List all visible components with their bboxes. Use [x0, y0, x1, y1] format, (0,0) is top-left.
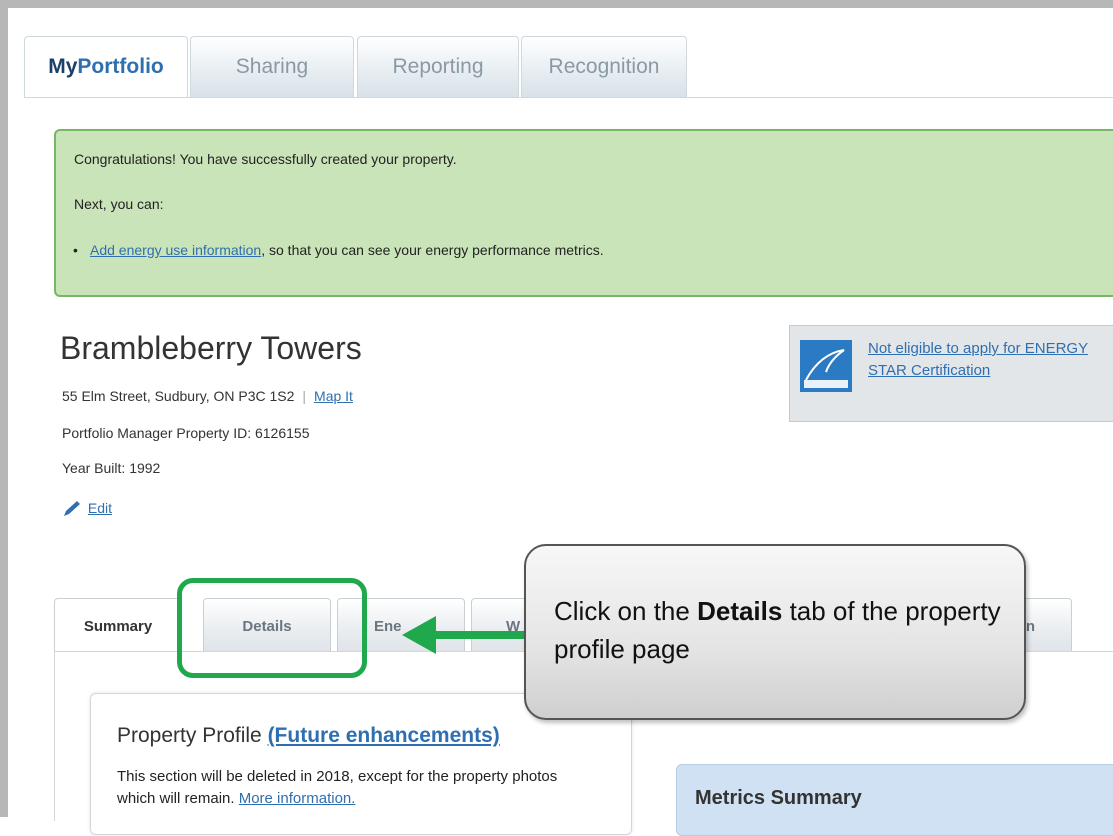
property-profile-heading: Property Profile — [117, 724, 268, 747]
tab-recognition[interactable]: Recognition — [521, 36, 687, 97]
pencil-icon — [64, 501, 80, 517]
tab-design-label: n — [1025, 618, 1035, 635]
arrow-left-icon — [402, 616, 526, 654]
callout-text-pre: Click on the — [554, 596, 698, 626]
metrics-summary-panel: Metrics Summary — [676, 764, 1113, 836]
edit-property[interactable]: Edit — [62, 500, 112, 518]
energy-star-eligibility-link[interactable]: Not eligible to apply for ENERGY STAR Ce… — [868, 338, 1098, 382]
tab-reporting-label: Reporting — [392, 55, 484, 78]
callout-text: Click on the Details tab of the property… — [554, 592, 1004, 668]
property-profile-title: Property Profile (Future enhancements) — [117, 724, 500, 748]
bullet-dot: • — [73, 242, 78, 258]
tab-myportfolio-prefix: My — [48, 55, 78, 78]
more-information-link[interactable]: More information. — [239, 790, 356, 807]
energy-star-logo-icon — [800, 340, 852, 392]
property-profile-text: This section will be deleted in 2018, ex… — [117, 766, 597, 810]
details-tab-highlight — [177, 578, 367, 678]
window-frame-top — [0, 0, 1113, 8]
year-built: Year Built: 1992 — [62, 460, 161, 476]
alert-message: Congratulations! You have successfully c… — [74, 151, 457, 167]
energy-star-status-box: Not eligible to apply for ENERGY STAR Ce… — [789, 325, 1113, 422]
tab-summary[interactable]: Summary — [54, 598, 182, 652]
alert-bullet-text: , so that you can see your energy perfor… — [261, 242, 604, 258]
metrics-summary-title: Metrics Summary — [695, 787, 862, 809]
alert-bullet-item: • Add energy use information, so that yo… — [73, 242, 604, 258]
alert-next-label: Next, you can: — [74, 196, 164, 212]
address-separator: | — [302, 388, 307, 404]
callout-text-bold: Details — [697, 596, 783, 626]
success-alert: Congratulations! You have successfully c… — [54, 129, 1113, 297]
map-it-link[interactable]: Map It — [314, 388, 353, 404]
add-energy-use-link[interactable]: Add energy use information — [90, 242, 261, 258]
property-address: 55 Elm Street, Sudbury, ON P3C 1S2 — [62, 388, 295, 404]
property-id: Portfolio Manager Property ID: 6126155 — [62, 425, 310, 441]
tab-myportfolio-label: Portfolio — [77, 55, 164, 78]
tab-sharing[interactable]: Sharing — [190, 36, 354, 97]
edit-link[interactable]: Edit — [88, 500, 112, 516]
window-frame-left — [0, 0, 8, 817]
tab-myportfolio[interactable]: MyPortfolio — [24, 36, 188, 97]
tab-reporting[interactable]: Reporting — [357, 36, 519, 97]
instruction-callout: Click on the Details tab of the property… — [524, 544, 1026, 720]
future-enhancements-link[interactable]: (Future enhancements) — [268, 724, 500, 747]
tab-sharing-label: Sharing — [235, 55, 309, 78]
tab-summary-label: Summary — [83, 618, 153, 635]
property-name: Brambleberry Towers — [60, 330, 362, 366]
tab-recognition-label: Recognition — [548, 55, 660, 78]
top-tabs-divider — [24, 97, 1113, 98]
property-address-line: 55 Elm Street, Sudbury, ON P3C 1S2 | Map I… — [62, 388, 353, 404]
